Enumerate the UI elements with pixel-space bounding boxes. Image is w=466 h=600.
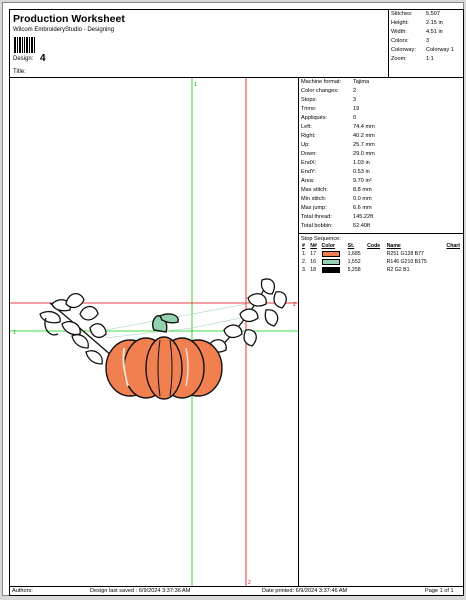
left-leaf-branch xyxy=(39,293,113,365)
table-row: 1. 17 1,685 R251 G128 B77 xyxy=(302,250,424,257)
table-row: 2. 16 1,552 R146 G210 B175 xyxy=(302,258,427,265)
guide-marker-1: 1 xyxy=(194,82,197,88)
spec-row: Stops: 3 xyxy=(301,97,357,103)
spec-row: EndX: 1.03 in xyxy=(301,160,370,166)
worksheet-frame: Production Worksheet Wilcom EmbroiderySt… xyxy=(9,9,464,596)
col-num: # xyxy=(302,243,305,249)
software-subtitle: Wilcom EmbroideryStudio - Designing xyxy=(13,27,115,33)
summary-row: Zoom: 1:1 xyxy=(391,56,434,62)
specs-column: Machine format: Tajima Color changes: 2 St… xyxy=(299,78,463,586)
color-swatch xyxy=(321,258,340,265)
stop-sequence: Stop Sequence: # N# Color St. Code Name … xyxy=(299,235,463,586)
spec-row: EndY: 0.53 in xyxy=(301,169,370,175)
machine-specs: Machine format: Tajima Color changes: 2 St… xyxy=(299,78,463,234)
spec-row: Trims: 19 xyxy=(301,106,360,112)
col-stitches: St. xyxy=(347,243,355,249)
stop-sequence-title: Stop Sequence: xyxy=(301,236,341,242)
col-needle: N# xyxy=(310,243,317,249)
spec-row: Down: 29.0 mm xyxy=(301,151,375,157)
summary-panel: Stitches: 5,507 Height: 2.15 in Width: 4.51… xyxy=(388,10,463,78)
spec-row: Max jump: 6.6 mm xyxy=(301,205,372,211)
table-row: 3. 18 5,258 R2 G2 B1 xyxy=(302,266,410,273)
footer: Authors: Design last saved : 6/9/2024 3:… xyxy=(10,586,463,596)
guide-marker-1b: 1 xyxy=(13,330,16,336)
barcode-icon xyxy=(14,37,36,53)
worksheet-page: Production Worksheet Wilcom EmbroiderySt… xyxy=(2,2,464,596)
design-label: Design: xyxy=(13,56,34,62)
footer-authors: Authors: xyxy=(12,588,33,594)
col-color: Color xyxy=(321,243,336,249)
design-preview-svg: 1 2 2 1 xyxy=(10,78,298,586)
spec-row: Left: 74.4 mm xyxy=(301,124,375,130)
page-title: Production Worksheet xyxy=(13,13,125,25)
col-name: Name xyxy=(386,243,401,249)
design-value: 4 xyxy=(40,53,46,64)
summary-row: Colors: 3 xyxy=(391,38,430,44)
title-label: Title: xyxy=(13,69,26,75)
spec-row: Total thread: 145.22ft xyxy=(301,214,374,220)
col-code: Code xyxy=(367,243,381,249)
summary-row: Width: 4.51 in xyxy=(391,29,443,35)
spec-row: Up: 25.7 mm xyxy=(301,142,375,148)
stop-sequence-table: # N# Color St. Code Name Chart 1. 17 1,6… xyxy=(301,243,461,274)
spec-row: Right: 40.2 mm xyxy=(301,133,375,139)
footer-printed: Date printed: 6/9/2024 3:37:46 AM xyxy=(262,588,348,594)
color-swatch xyxy=(321,266,340,273)
color-swatch xyxy=(321,250,340,257)
spec-row: Color changes: 2 xyxy=(301,88,357,94)
col-chart: Chart xyxy=(446,243,460,249)
spec-row: Max stitch: 8.8 mm xyxy=(301,187,372,193)
spec-row: Area: 9.70 in² xyxy=(301,178,372,184)
footer-page: Page 1 of 1 xyxy=(425,588,454,594)
spec-row: Total bobbin: 52.40ft xyxy=(301,223,371,229)
design-preview: 1 2 2 1 xyxy=(10,78,299,586)
footer-saved: Design last saved : 6/9/2024 3:37:36 AM xyxy=(90,588,191,594)
spec-row: Min stitch: 0.0 mm xyxy=(301,196,372,202)
spec-row: Appliqués: 0 xyxy=(301,115,357,121)
header: Production Worksheet Wilcom EmbroiderySt… xyxy=(10,10,463,78)
summary-row: Height: 2.15 in xyxy=(391,20,443,26)
spec-row: Machine format: Tajima xyxy=(301,79,370,85)
right-leaf-branch xyxy=(209,278,287,359)
summary-row: Colorway: Colorway 1 xyxy=(391,47,454,53)
guide-marker-2b: 2 xyxy=(293,302,296,308)
summary-row: Stitches: 5,507 xyxy=(391,11,440,17)
